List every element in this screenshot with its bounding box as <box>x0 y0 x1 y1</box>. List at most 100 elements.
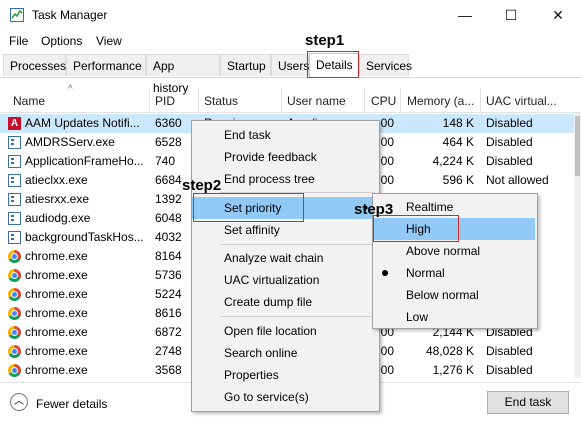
ctx-set-affinity[interactable]: Set affinity <box>192 219 379 241</box>
tab-startup[interactable]: Startup <box>220 54 271 76</box>
tab-users[interactable]: Users <box>271 54 309 76</box>
menu-separator <box>220 192 375 193</box>
priority-high[interactable]: High <box>373 218 535 240</box>
menu-separator <box>220 244 375 245</box>
menu-separator <box>220 316 375 317</box>
ctx-create-dump-file[interactable]: Create dump file <box>192 291 379 313</box>
cell-memory: 464 K <box>442 135 474 149</box>
window-title: Task Manager <box>32 8 108 22</box>
ctx-end-task[interactable]: End task <box>192 124 379 146</box>
menu-options[interactable]: Options <box>41 34 82 48</box>
chrome-icon <box>8 345 21 358</box>
service-icon <box>8 212 21 225</box>
cell-pid: 5736 <box>155 268 182 282</box>
cell-name: chrome.exe <box>25 325 88 339</box>
process-context-menu: End task Provide feedback End process tr… <box>191 120 380 412</box>
task-manager-icon <box>10 8 24 22</box>
adobe-icon: A <box>8 117 21 130</box>
ctx-set-priority[interactable]: Set priority <box>192 197 377 219</box>
chrome-icon <box>8 288 21 301</box>
chevron-up-icon[interactable]: ︿ <box>10 393 28 411</box>
service-icon <box>8 136 21 149</box>
step3-label: step3 <box>354 201 394 218</box>
tab-services[interactable]: Services <box>359 54 412 76</box>
cell-memory: 4,224 K <box>432 154 474 168</box>
cell-uac: Disabled <box>486 363 533 377</box>
cell-pid: 8164 <box>155 249 182 263</box>
cell-pid: 6360 <box>155 116 182 130</box>
cell-uac: Disabled <box>486 135 533 149</box>
priority-low[interactable]: Low <box>373 306 537 328</box>
column-divider[interactable] <box>480 88 481 112</box>
ctx-provide-feedback[interactable]: Provide feedback <box>192 146 379 168</box>
tab-details[interactable]: Details <box>309 53 359 77</box>
column-header-status[interactable]: Status <box>204 94 238 108</box>
cell-pid: 8616 <box>155 306 182 320</box>
chrome-icon <box>8 269 21 282</box>
menu-view[interactable]: View <box>96 34 122 48</box>
cell-name: ApplicationFrameHo... <box>25 154 144 168</box>
cell-name: chrome.exe <box>25 344 88 358</box>
menu-file[interactable]: File <box>9 34 28 48</box>
cell-pid: 740 <box>155 154 176 168</box>
cell-pid: 2748 <box>155 344 182 358</box>
cell-pid: 3568 <box>155 363 182 377</box>
priority-below-normal[interactable]: Below normal <box>373 284 537 306</box>
cell-uac: Disabled <box>486 344 533 358</box>
chrome-icon <box>8 364 21 377</box>
column-divider[interactable] <box>400 88 401 112</box>
end-task-button[interactable]: End task <box>487 391 569 414</box>
cell-name: chrome.exe <box>25 363 88 377</box>
tab-app-history[interactable]: App history <box>146 54 220 95</box>
column-header-user-name[interactable]: User name <box>287 94 346 108</box>
column-divider[interactable] <box>364 88 365 112</box>
fewer-details-link[interactable]: Fewer details <box>36 397 107 411</box>
cell-memory: 148 K <box>442 116 474 130</box>
column-divider[interactable] <box>198 88 199 112</box>
tab-performance[interactable]: Performance <box>66 54 146 76</box>
cell-memory: 48,028 K <box>425 344 474 358</box>
tab-divider <box>0 77 581 78</box>
column-divider[interactable] <box>149 88 150 112</box>
column-divider[interactable] <box>281 88 282 112</box>
cell-name: chrome.exe <box>25 249 88 263</box>
step2-label: step2 <box>182 177 222 194</box>
close-button[interactable]: ✕ <box>535 0 581 31</box>
priority-submenu: Realtime High Above normal Normal Below … <box>372 193 538 329</box>
ctx-uac-virtualization[interactable]: UAC virtualization <box>192 269 379 291</box>
service-icon <box>8 231 21 244</box>
tab-processes[interactable]: Processes <box>3 54 66 76</box>
cell-pid: 6528 <box>155 135 182 149</box>
minimize-button[interactable]: — <box>442 0 488 31</box>
scrollbar-thumb[interactable] <box>575 116 580 176</box>
priority-above-normal[interactable]: Above normal <box>373 240 537 262</box>
cell-name: backgroundTaskHos... <box>25 230 144 244</box>
ctx-open-file-location[interactable]: Open file location <box>192 320 379 342</box>
column-header-name[interactable]: Name <box>13 94 45 108</box>
sort-ascending-icon: ^ <box>68 84 73 95</box>
ctx-properties[interactable]: Properties <box>192 364 379 386</box>
cell-memory: 1,276 K <box>432 363 474 377</box>
maximize-button[interactable]: ☐ <box>488 0 534 31</box>
cell-name: atiesrxx.exe <box>25 192 90 206</box>
priority-normal[interactable]: Normal <box>373 262 537 284</box>
tab-strip: Processes Performance App history Startu… <box>0 53 581 95</box>
chrome-icon <box>8 326 21 339</box>
chrome-icon <box>8 250 21 263</box>
priority-realtime[interactable]: Realtime <box>373 196 537 218</box>
step1-label: step1 <box>305 32 345 49</box>
ctx-search-online[interactable]: Search online <box>192 342 379 364</box>
ctx-go-to-services[interactable]: Go to service(s) <box>192 386 379 408</box>
column-header-pid[interactable]: PID <box>155 94 175 108</box>
cell-name: chrome.exe <box>25 268 88 282</box>
ctx-analyze-wait-chain[interactable]: Analyze wait chain <box>192 247 379 269</box>
cell-name: audiodg.exe <box>25 211 91 225</box>
column-header-cpu[interactable]: CPU <box>371 94 396 108</box>
cell-name: AMDRSServ.exe <box>25 135 115 149</box>
service-icon <box>8 174 21 187</box>
column-header-memory[interactable]: Memory (a... <box>407 94 474 108</box>
column-header-uac[interactable]: UAC virtual... <box>486 94 557 108</box>
cell-name: chrome.exe <box>25 306 88 320</box>
radio-selected-icon <box>382 270 388 276</box>
cell-pid: 4032 <box>155 230 182 244</box>
